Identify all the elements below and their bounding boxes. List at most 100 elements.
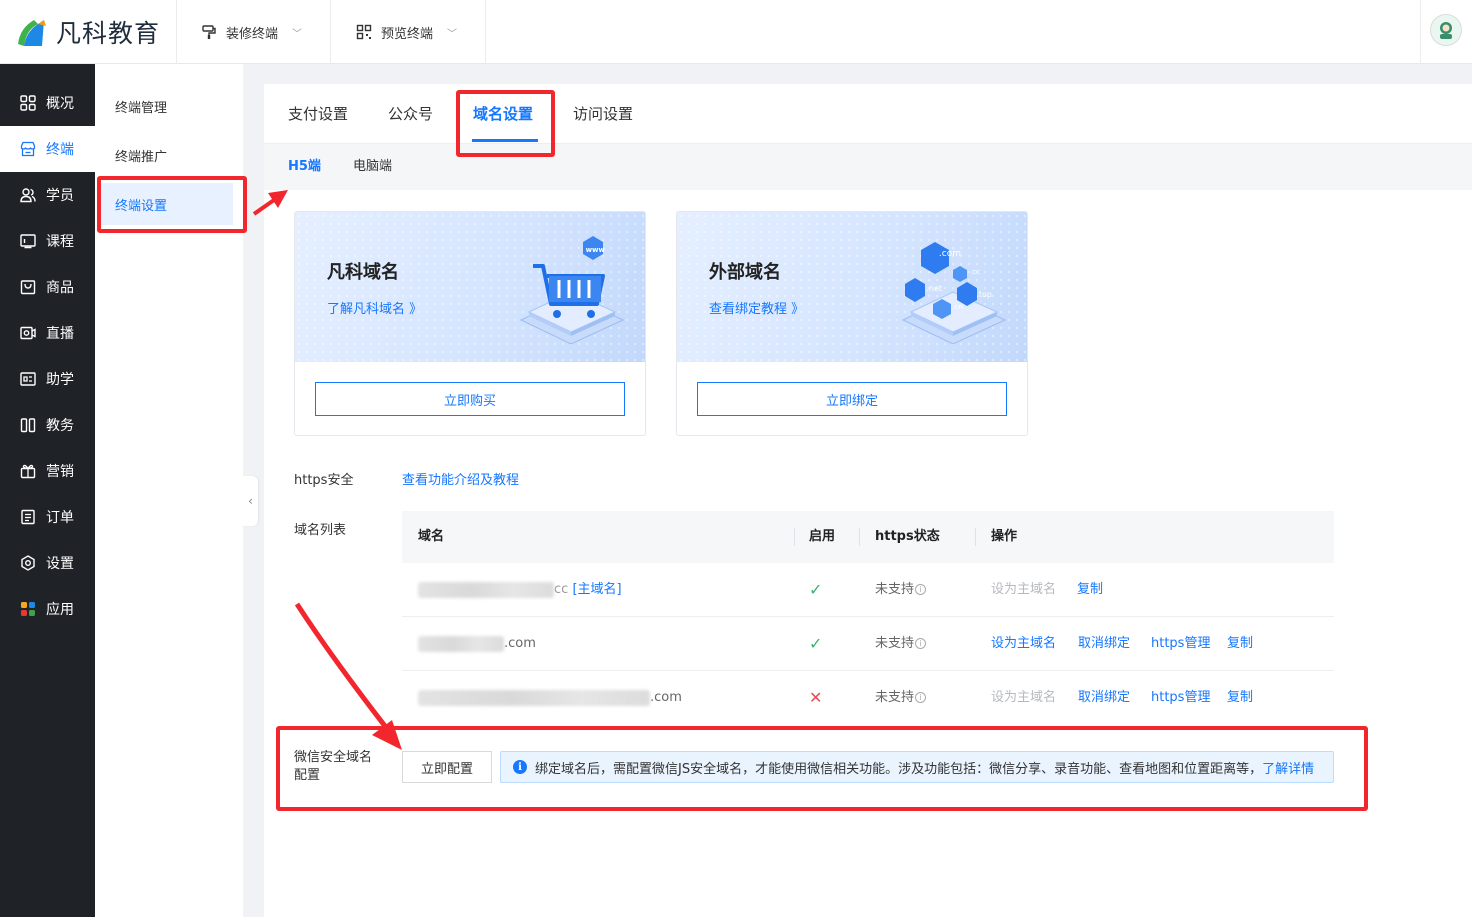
info-icon[interactable]: i xyxy=(915,584,927,595)
sidebar-item-label: 课程 xyxy=(46,234,74,250)
redacted-domain xyxy=(418,581,554,598)
domain-suffix: cc xyxy=(554,582,569,597)
table-row: .com ✕ 未支持 i 设为主域名 取消绑定 https管理 复制 xyxy=(402,671,1334,725)
sidebar-item-overview[interactable]: 概况 xyxy=(0,80,95,126)
column-header-domain: 域名 xyxy=(418,529,445,544)
learn-faisco-domain-link[interactable]: 了解凡科域名 》 xyxy=(327,298,422,317)
view-binding-tutorial-link[interactable]: 查看绑定教程 》 xyxy=(709,298,804,317)
redacted-domain xyxy=(418,635,504,652)
sidebar-item-apps[interactable]: 应用 xyxy=(0,586,95,632)
bind-now-button[interactable]: 立即绑定 xyxy=(697,382,1007,416)
tab-access[interactable]: 访问设置 xyxy=(573,84,633,144)
sidebar-item-live[interactable]: 直播 xyxy=(0,310,95,356)
set-main-domain-action: 设为主域名 xyxy=(991,582,1057,597)
subnav-item-label: 终端管理 xyxy=(115,100,168,116)
sidebar-item-label: 概况 xyxy=(46,96,74,112)
unbind-action[interactable]: 取消绑定 xyxy=(1078,671,1130,725)
table-row: .com ✓ 未支持 i 设为主域名 取消绑定 https管理 复制 xyxy=(402,617,1334,671)
subnav-item-terminal-promotion[interactable]: 终端推广 xyxy=(101,134,233,176)
main-domain-tag: [主域名] xyxy=(572,582,622,597)
https-status-text: 未支持 xyxy=(875,690,915,705)
settings-icon xyxy=(19,555,36,572)
tab-payment[interactable]: 支付设置 xyxy=(288,84,348,144)
buy-now-button[interactable]: 立即购买 xyxy=(315,382,625,416)
sidebar-item-settings[interactable]: 设置 xyxy=(0,540,95,586)
enabled-check-icon: ✓ xyxy=(809,580,823,599)
sidebar-item-assist[interactable]: 助学 xyxy=(0,356,95,402)
brand-name: 凡科教育 xyxy=(56,19,161,48)
store-icon xyxy=(19,141,36,158)
set-main-domain-action[interactable]: 设为主域名 xyxy=(991,617,1056,671)
card-title: 外部域名 xyxy=(709,262,781,283)
top-divider xyxy=(330,0,331,64)
net-tag: .net xyxy=(926,284,942,293)
sidebar-item-terminal[interactable]: 终端 xyxy=(0,126,95,172)
apps-icon xyxy=(19,601,36,618)
https-status-text: 未支持 xyxy=(875,636,915,651)
logo-icon xyxy=(14,14,50,50)
collapse-sidebar-button[interactable]: ‹ xyxy=(243,476,258,526)
course-icon xyxy=(19,233,36,250)
cc-tag: .cc xyxy=(970,268,980,276)
decorate-terminal-menu[interactable]: 装修终端 ﹀ xyxy=(200,0,302,64)
sidebar-item-label: 商品 xyxy=(46,280,74,296)
subtab-pc[interactable]: 电脑端 xyxy=(353,144,392,190)
https-status: 未支持 i xyxy=(875,671,927,725)
info-icon[interactable]: i xyxy=(915,692,927,703)
highlight-box xyxy=(456,90,555,157)
disabled-cross-icon: ✕ xyxy=(809,688,823,707)
subnav-item-terminal-management[interactable]: 终端管理 xyxy=(101,85,233,127)
https-manage-action[interactable]: https管理 xyxy=(1151,671,1210,725)
https-tutorial-link[interactable]: 查看功能介绍及教程 xyxy=(402,469,519,488)
https-status: 未支持 i xyxy=(875,563,927,617)
chevron-down-icon: ﹀ xyxy=(292,28,303,40)
main-sidebar: 概况 终端 学员 课程 商品 直播 助学 教务 营销 订单 设置 应用 xyxy=(0,64,95,917)
sidebar-item-students[interactable]: 学员 xyxy=(0,172,95,218)
preview-terminal-menu[interactable]: 预览终端 ﹀ xyxy=(355,0,457,64)
www-tag: www xyxy=(585,246,605,254)
shopping-cart-illustration xyxy=(519,236,625,345)
chevron-left-icon: ‹ xyxy=(248,494,253,508)
subtab-h5[interactable]: H5端 xyxy=(288,144,321,190)
sidebar-item-marketing[interactable]: 营销 xyxy=(0,448,95,494)
copy-action[interactable]: 复制 xyxy=(1227,617,1253,671)
sidebar-item-courses[interactable]: 课程 xyxy=(0,218,95,264)
top-divider xyxy=(176,0,177,64)
sidebar-item-products[interactable]: 商品 xyxy=(0,264,95,310)
domain-list-label: 域名列表 xyxy=(294,523,347,538)
domain-cell: .com xyxy=(418,671,682,725)
set-main-domain-action: 设为主域名 xyxy=(991,690,1057,705)
external-domain-card: 外部域名 查看绑定教程 》 .com .cc .net .top .cn 立即绑… xyxy=(676,211,1028,436)
https-status: 未支持 i xyxy=(875,617,927,671)
brand-logo[interactable]: 凡科教育 xyxy=(14,10,160,54)
sidebar-item-orders[interactable]: 订单 xyxy=(0,494,95,540)
qr-code-icon xyxy=(355,23,373,41)
order-icon xyxy=(19,509,36,526)
https-manage-action[interactable]: https管理 xyxy=(1151,617,1210,671)
top-bar: 凡科教育 装修终端 ﹀ 预览终端 ﹀ xyxy=(0,0,1472,64)
sidebar-item-academic[interactable]: 教务 xyxy=(0,402,95,448)
sidebar-item-label: 应用 xyxy=(46,602,74,618)
live-icon xyxy=(19,325,36,342)
domain-suffix: .com xyxy=(504,636,536,651)
https-status-text: 未支持 xyxy=(875,582,915,597)
card-banner: 凡科域名 了解凡科域名 》 www xyxy=(295,212,645,362)
copy-action[interactable]: 复制 xyxy=(1227,671,1253,725)
copy-action[interactable]: 复制 xyxy=(1077,563,1103,617)
tab-official-account[interactable]: 公众号 xyxy=(388,84,433,144)
card-title: 凡科域名 xyxy=(327,262,399,283)
info-icon[interactable]: i xyxy=(915,638,927,649)
faisco-domain-card: 凡科域名 了解凡科域名 》 www 立即购买 xyxy=(294,211,646,436)
user-avatar[interactable] xyxy=(1430,14,1462,46)
bag-icon xyxy=(19,279,36,296)
book-icon xyxy=(19,417,36,434)
column-header-enabled: 启用 xyxy=(809,529,836,544)
sidebar-item-label: 直播 xyxy=(46,326,74,342)
https-security-label: https安全 xyxy=(294,473,354,488)
unbind-action[interactable]: 取消绑定 xyxy=(1078,617,1130,671)
platform-subtabs: H5端 电脑端 xyxy=(264,144,1472,190)
users-icon xyxy=(19,187,36,204)
chevron-down-icon: ﹀ xyxy=(447,28,458,40)
gift-icon xyxy=(19,463,36,480)
column-header-https-status: https状态 xyxy=(875,529,940,544)
